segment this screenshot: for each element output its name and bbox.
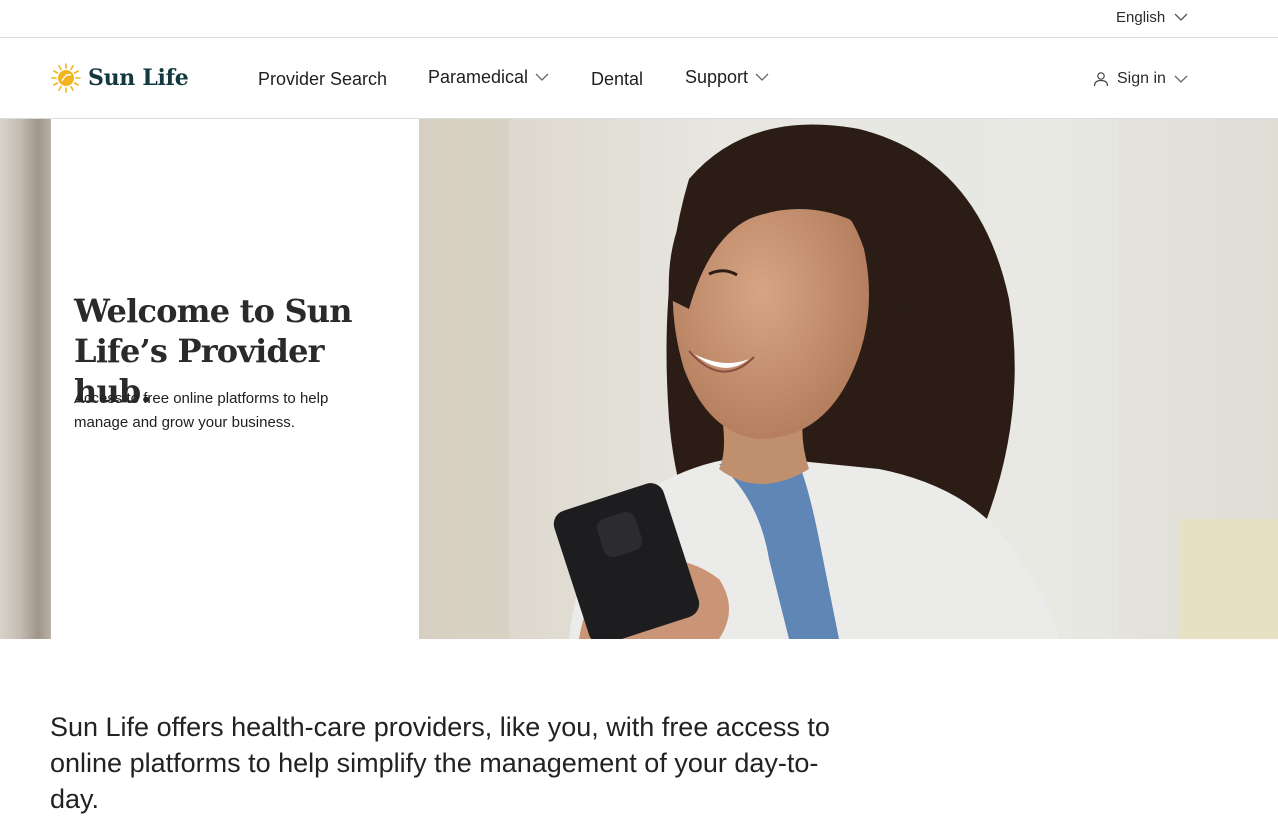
- nav-paramedical[interactable]: Paramedical: [428, 67, 549, 88]
- sign-in-label: Sign in: [1117, 70, 1166, 87]
- user-icon: [1093, 72, 1109, 87]
- main-header: Sun Life Provider Search Paramedical Den…: [0, 38, 1278, 119]
- nav-paramedical-label: Paramedical: [428, 67, 529, 87]
- hero-photo: [419, 119, 1278, 639]
- brand-name: Sun Life: [88, 65, 189, 91]
- chevron-down-icon: [755, 73, 769, 82]
- chevron-down-icon: [1174, 75, 1188, 84]
- sun-life-logo[interactable]: Sun Life: [50, 62, 189, 94]
- hero-card: Welcome to Sun Life’s Provider hub. Acce…: [51, 119, 419, 639]
- utility-bar: English: [0, 0, 1278, 38]
- language-label: English: [1116, 9, 1166, 26]
- language-selector[interactable]: English: [1116, 9, 1188, 26]
- intro-paragraph: Sun Life offers health-care providers, l…: [50, 712, 830, 814]
- nav-provider-search[interactable]: Provider Search: [258, 69, 387, 90]
- hero-background-strip: [0, 119, 51, 639]
- chevron-down-icon: [1174, 13, 1188, 22]
- chevron-down-icon: [535, 73, 549, 82]
- provider-photo-illustration: [419, 119, 1278, 639]
- hero-subtitle: Access to free online platforms to help …: [74, 390, 329, 431]
- nav-provider-search-label: Provider Search: [258, 69, 388, 89]
- sign-in-button[interactable]: Sign in: [1093, 70, 1188, 88]
- hero-banner: Welcome to Sun Life’s Provider hub. Acce…: [0, 119, 1278, 639]
- sun-icon: [51, 63, 81, 93]
- nav-support[interactable]: Support: [685, 67, 769, 88]
- nav-support-label: Support: [685, 67, 749, 87]
- nav-dental[interactable]: Dental: [591, 69, 643, 90]
- nav-dental-label: Dental: [591, 69, 644, 89]
